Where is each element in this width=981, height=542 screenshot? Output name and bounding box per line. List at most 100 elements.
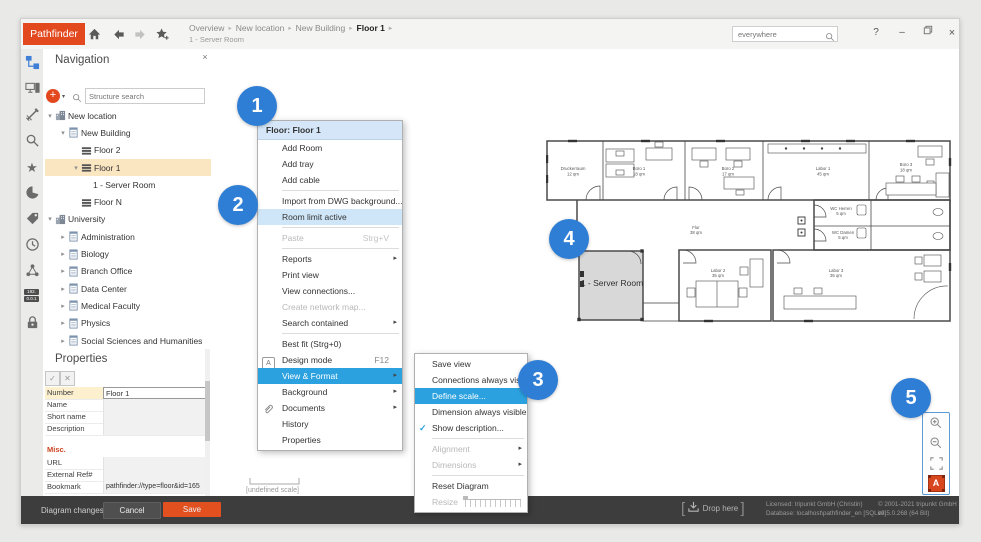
expander-icon[interactable] xyxy=(58,285,68,293)
breadcrumb-item-current[interactable]: Floor 1 xyxy=(357,23,397,33)
fit-view-button[interactable] xyxy=(923,453,949,473)
search-icon[interactable] xyxy=(24,133,40,149)
breadcrumb-sub-item[interactable]: 1 - Server Room xyxy=(189,35,244,44)
tag-icon[interactable] xyxy=(24,211,40,227)
floor-plan-drawing[interactable]: Druckerraum 12 qm Büro 1 18 qm Büro 2 17… xyxy=(546,133,956,325)
back-arrow-icon[interactable] xyxy=(111,27,126,42)
menu-item-best-fit[interactable]: Best fit (Strg+0) xyxy=(258,336,402,352)
property-value[interactable] xyxy=(103,469,207,481)
submenu-item-dimension-always-visible[interactable]: Dimension always visible xyxy=(415,404,527,420)
expander-icon[interactable] xyxy=(58,233,68,241)
tree-item-university[interactable]: University xyxy=(45,211,211,228)
favorite-add-icon[interactable] xyxy=(155,27,170,42)
menu-item-print-view[interactable]: Print view xyxy=(258,267,402,283)
tree-item-data-center[interactable]: Data Center xyxy=(45,280,211,297)
breadcrumb-item[interactable]: Overview xyxy=(189,23,236,33)
structure-navigation-icon[interactable] xyxy=(24,55,40,71)
favorites-icon[interactable] xyxy=(24,159,40,175)
menu-item-documents[interactable]: Documents xyxy=(258,400,402,416)
structure-search-input[interactable] xyxy=(85,88,205,104)
expander-icon[interactable] xyxy=(58,337,68,345)
menu-item-properties[interactable]: Properties xyxy=(258,432,402,448)
save-button[interactable]: Save xyxy=(163,502,221,517)
tree-item-biology[interactable]: Biology xyxy=(45,245,211,262)
properties-scrollbar[interactable] xyxy=(205,349,210,496)
resize-slider[interactable] xyxy=(465,499,521,507)
global-search-input[interactable] xyxy=(736,28,822,41)
expander-icon[interactable] xyxy=(71,164,81,172)
tree-item-physics[interactable]: Physics xyxy=(45,315,211,332)
menu-item-view-format[interactable]: View & Format xyxy=(258,368,402,384)
expander-icon[interactable] xyxy=(58,250,68,258)
close-panel-button[interactable]: × xyxy=(199,52,211,62)
breadcrumb-item[interactable]: New location xyxy=(236,23,296,33)
tree-item-floor-n[interactable]: Floor N xyxy=(45,193,211,210)
menu-item-view-connections[interactable]: View connections... xyxy=(258,283,402,299)
cancel-button[interactable]: Cancel xyxy=(103,502,161,519)
submenu-item-save-view[interactable]: Save view xyxy=(415,356,527,372)
menu-item-import-dwg[interactable]: Import from DWG background... xyxy=(258,193,402,209)
history-clock-icon[interactable] xyxy=(24,237,40,253)
minimize-button[interactable]: – xyxy=(893,25,911,41)
menu-item-add-tray[interactable]: Add tray xyxy=(258,156,402,172)
search-icon[interactable] xyxy=(825,29,835,47)
expander-icon[interactable] xyxy=(58,267,68,275)
building-icon xyxy=(68,266,81,277)
drop-here-zone[interactable]: [ Drop here ] xyxy=(681,500,745,520)
tree-item-branch-office[interactable]: Branch Office xyxy=(45,263,211,280)
discard-properties-button[interactable] xyxy=(60,371,75,386)
expander-icon[interactable] xyxy=(58,129,68,137)
menu-item-design-mode[interactable]: Design modeF12 xyxy=(258,352,402,368)
property-number-input[interactable] xyxy=(103,387,207,399)
apply-properties-button[interactable] xyxy=(45,371,60,386)
tree-item-administration[interactable]: Administration xyxy=(45,228,211,245)
menu-item-room-limit-active[interactable]: Room limit active xyxy=(258,209,402,225)
tree-item-new-location[interactable]: New location xyxy=(45,107,211,124)
forward-arrow-icon[interactable] xyxy=(133,27,148,42)
menu-item-add-room[interactable]: Add Room xyxy=(258,140,402,156)
expander-icon[interactable] xyxy=(45,112,55,120)
design-mode-toggle-button[interactable] xyxy=(923,473,949,493)
tree-item-label: New Building xyxy=(81,128,131,138)
help-button[interactable]: ? xyxy=(867,25,885,41)
submenu-item-connections-always-visible[interactable]: Connections always visible xyxy=(415,372,527,388)
add-dropdown-caret-icon[interactable] xyxy=(62,93,65,100)
property-value[interactable] xyxy=(103,423,207,435)
menu-item-history[interactable]: History xyxy=(258,416,402,432)
submenu-item-define-scale[interactable]: Define scale... xyxy=(415,388,527,404)
tree-item-social-sciences[interactable]: Social Sciences and Humanities xyxy=(45,332,211,349)
menu-item-background[interactable]: Background xyxy=(258,384,402,400)
tree-item-server-room[interactable]: 1 - Server Room xyxy=(45,176,211,193)
lock-icon[interactable] xyxy=(24,315,40,331)
tree-item-floor-2[interactable]: Floor 2 xyxy=(45,142,211,159)
devices-icon[interactable] xyxy=(24,81,40,97)
submenu-item-reset-diagram[interactable]: Reset Diagram xyxy=(415,478,527,494)
add-node-button[interactable]: + xyxy=(46,89,60,103)
menu-item-reports[interactable]: Reports xyxy=(258,251,402,267)
zoom-in-button[interactable] xyxy=(923,413,949,433)
tree-item-floor-1-selected[interactable]: Floor 1 xyxy=(45,159,211,176)
home-icon[interactable] xyxy=(87,27,102,42)
menu-item-add-cable[interactable]: Add cable xyxy=(258,172,402,188)
menu-item-search-contained[interactable]: Search contained xyxy=(258,315,402,331)
tools-icon[interactable] xyxy=(24,107,40,123)
pathfinder-menu-button[interactable]: Pathfinder xyxy=(23,23,85,45)
submenu-item-show-description[interactable]: Show description... xyxy=(415,420,527,436)
expander-icon[interactable] xyxy=(58,319,68,327)
breadcrumb-item[interactable]: New Building xyxy=(296,23,357,33)
tree-item-medical-faculty[interactable]: Medical Faculty xyxy=(45,297,211,314)
property-value[interactable] xyxy=(103,411,207,423)
expander-icon[interactable] xyxy=(58,302,68,310)
pie-chart-icon[interactable] xyxy=(24,185,40,201)
close-button[interactable]: × xyxy=(943,25,961,41)
ip-address-icon[interactable]: 192. 0.0.1 xyxy=(24,289,40,305)
expander-icon[interactable] xyxy=(45,215,55,223)
property-value[interactable] xyxy=(103,399,207,411)
scrollbar-thumb[interactable] xyxy=(205,381,210,441)
tree-item-new-building[interactable]: New Building xyxy=(45,124,211,141)
property-value[interactable]: pathfinder://type=floor&id=165 xyxy=(103,481,207,493)
zoom-out-button[interactable] xyxy=(923,433,949,453)
property-value[interactable] xyxy=(103,457,207,469)
network-map-icon[interactable] xyxy=(24,263,40,279)
restore-icon[interactable] xyxy=(919,25,937,41)
